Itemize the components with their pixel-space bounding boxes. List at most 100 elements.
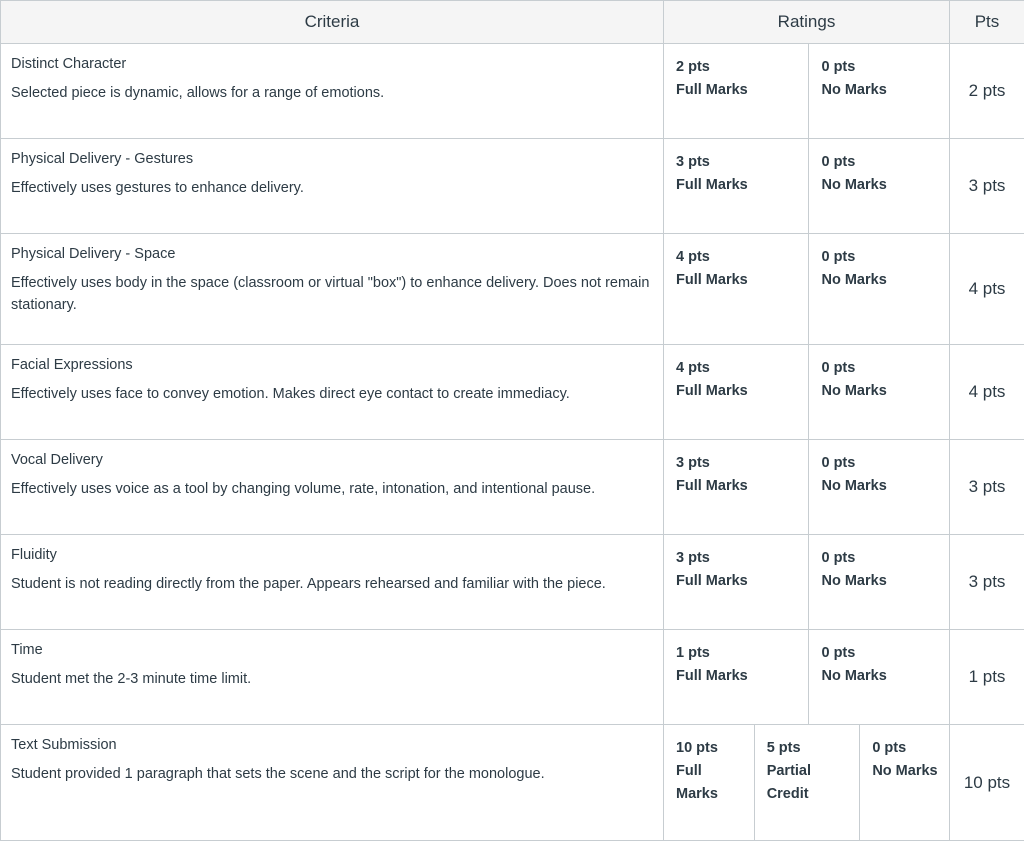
rubric-row: Physical Delivery - Space Effectively use… [1, 234, 1024, 345]
rating-description: No Marks [821, 79, 939, 102]
ratings-cell: 4 ptsFull Marks0 ptsNo Marks [664, 345, 950, 440]
rating-points: 4 pts [676, 357, 798, 380]
rating-points: 4 pts [676, 246, 798, 269]
ratings-cell: 3 ptsFull Marks0 ptsNo Marks [664, 440, 950, 535]
criterion-title: Physical Delivery - Gestures [11, 149, 653, 169]
rating-option[interactable]: 0 ptsNo Marks [809, 234, 949, 344]
criterion-cell: Physical Delivery - Space Effectively use… [1, 234, 664, 345]
criterion-title: Facial Expressions [11, 355, 653, 375]
criterion-title: Fluidity [11, 545, 653, 565]
ratings-cell: 1 ptsFull Marks0 ptsNo Marks [664, 630, 950, 725]
points-cell: 3 pts [950, 535, 1024, 630]
points-cell: 2 pts [950, 44, 1024, 139]
rubric-row: Facial Expressions Effectively uses face … [1, 345, 1024, 440]
rating-description: Full Marks [676, 380, 798, 403]
criterion-cell: Text Submission Student provided 1 paragr… [1, 725, 664, 841]
points-cell: 4 pts [950, 234, 1024, 345]
rating-option[interactable]: 2 ptsFull Marks [664, 44, 809, 138]
criterion-title: Time [11, 640, 653, 660]
rating-option[interactable]: 4 ptsFull Marks [664, 345, 809, 439]
rating-description: Full Marks [676, 475, 798, 498]
rubric-row: Physical Delivery - GesturesEffectively … [1, 139, 1024, 234]
criterion-cell: Time Student met the 2-3 minute time limi… [1, 630, 664, 725]
rating-option[interactable]: 5 ptsPartial Credit [755, 725, 861, 840]
criterion-description: Student provided 1 paragraph that sets t… [11, 763, 653, 785]
rating-description: Full Marks [676, 79, 798, 102]
criterion-description: Selected piece is dynamic, allows for a … [11, 82, 653, 104]
criterion-cell: Physical Delivery - GesturesEffectively … [1, 139, 664, 234]
criterion-description: Effectively uses face to convey emotion.… [11, 383, 653, 405]
criterion-title: Vocal Delivery [11, 450, 653, 470]
rating-points: 3 pts [676, 151, 798, 174]
rubric: Criteria Ratings Pts Distinct Character S… [0, 0, 1024, 840]
criterion-title: Text Submission [11, 735, 653, 755]
ratings-header: Ratings [664, 1, 950, 44]
rating-option[interactable]: 0 ptsNo Marks [809, 345, 949, 439]
rating-points: 0 pts [872, 737, 939, 760]
rating-points: 0 pts [821, 452, 939, 475]
rating-points: 3 pts [676, 547, 798, 570]
rating-option[interactable]: 0 ptsNo Marks [809, 535, 949, 629]
rating-option[interactable]: 10 ptsFull Marks [664, 725, 755, 840]
criterion-cell: Distinct Character Selected piece is dyna… [1, 44, 664, 139]
rating-description: No Marks [821, 174, 939, 197]
points-cell: 4 pts [950, 345, 1024, 440]
points-cell: 3 pts [950, 440, 1024, 535]
criterion-title: Physical Delivery - Space [11, 244, 653, 264]
rating-option[interactable]: 0 ptsNo Marks [809, 630, 949, 724]
rating-description: No Marks [821, 380, 939, 403]
rating-points: 0 pts [821, 547, 939, 570]
rubric-row: Fluidity Student is not reading directly … [1, 535, 1024, 630]
rating-option[interactable]: 3 ptsFull Marks [664, 139, 809, 233]
ratings-cell: 3 ptsFull Marks0 ptsNo Marks [664, 535, 950, 630]
points-cell: 3 pts [950, 139, 1024, 234]
rating-option[interactable]: 3 ptsFull Marks [664, 535, 809, 629]
header-row: Criteria Ratings Pts [1, 1, 1024, 44]
ratings-cell: 4 ptsFull Marks0 ptsNo Marks [664, 234, 950, 345]
rating-description: Partial Credit [767, 760, 850, 806]
rating-description: Full Marks [676, 570, 798, 593]
rating-description: No Marks [821, 665, 939, 688]
rating-description: Full Marks [676, 665, 798, 688]
rating-option[interactable]: 4 ptsFull Marks [664, 234, 809, 344]
criterion-cell: Facial Expressions Effectively uses face … [1, 345, 664, 440]
rating-option[interactable]: 1 ptsFull Marks [664, 630, 809, 724]
criterion-description: Effectively uses voice as a tool by chan… [11, 478, 653, 500]
criterion-cell: Vocal Delivery Effectively uses voice as … [1, 440, 664, 535]
rating-points: 0 pts [821, 642, 939, 665]
rating-option[interactable]: 3 ptsFull Marks [664, 440, 809, 534]
rubric-row: Distinct Character Selected piece is dyna… [1, 44, 1024, 139]
rubric-table: Criteria Ratings Pts Distinct Character S… [0, 0, 1024, 841]
points-cell: 1 pts [950, 630, 1024, 725]
criterion-title: Distinct Character [11, 54, 653, 74]
rating-description: No Marks [821, 475, 939, 498]
rating-description: Full Marks [676, 760, 744, 806]
pts-header: Pts [950, 1, 1024, 44]
rating-option[interactable]: 0 ptsNo Marks [809, 44, 949, 138]
rating-description: No Marks [821, 269, 939, 292]
criterion-description: Student met the 2-3 minute time limit. [11, 668, 653, 690]
rating-description: No Marks [872, 760, 939, 783]
rating-option[interactable]: 0 ptsNo Marks [860, 725, 949, 840]
criterion-description: Student is not reading directly from the… [11, 573, 653, 595]
criterion-cell: Fluidity Student is not reading directly … [1, 535, 664, 630]
rubric-row: Text Submission Student provided 1 paragr… [1, 725, 1024, 841]
criteria-header: Criteria [1, 1, 664, 44]
ratings-cell: 10 ptsFull Marks5 ptsPartial Credit0 pts… [664, 725, 950, 841]
rating-points: 0 pts [821, 357, 939, 380]
rating-option[interactable]: 0 ptsNo Marks [809, 440, 949, 534]
rating-points: 10 pts [676, 737, 744, 760]
rating-points: 0 pts [821, 151, 939, 174]
rating-description: Full Marks [676, 174, 798, 197]
points-cell: 10 pts [950, 725, 1024, 841]
rating-points: 5 pts [767, 737, 850, 760]
criterion-description: Effectively uses body in the space (clas… [11, 272, 653, 316]
rating-points: 3 pts [676, 452, 798, 475]
rating-points: 1 pts [676, 642, 798, 665]
ratings-cell: 2 ptsFull Marks0 ptsNo Marks [664, 44, 950, 139]
rating-points: 0 pts [821, 246, 939, 269]
rating-description: No Marks [821, 570, 939, 593]
rating-option[interactable]: 0 ptsNo Marks [809, 139, 949, 233]
ratings-cell: 3 ptsFull Marks0 ptsNo Marks [664, 139, 950, 234]
rating-points: 0 pts [821, 56, 939, 79]
